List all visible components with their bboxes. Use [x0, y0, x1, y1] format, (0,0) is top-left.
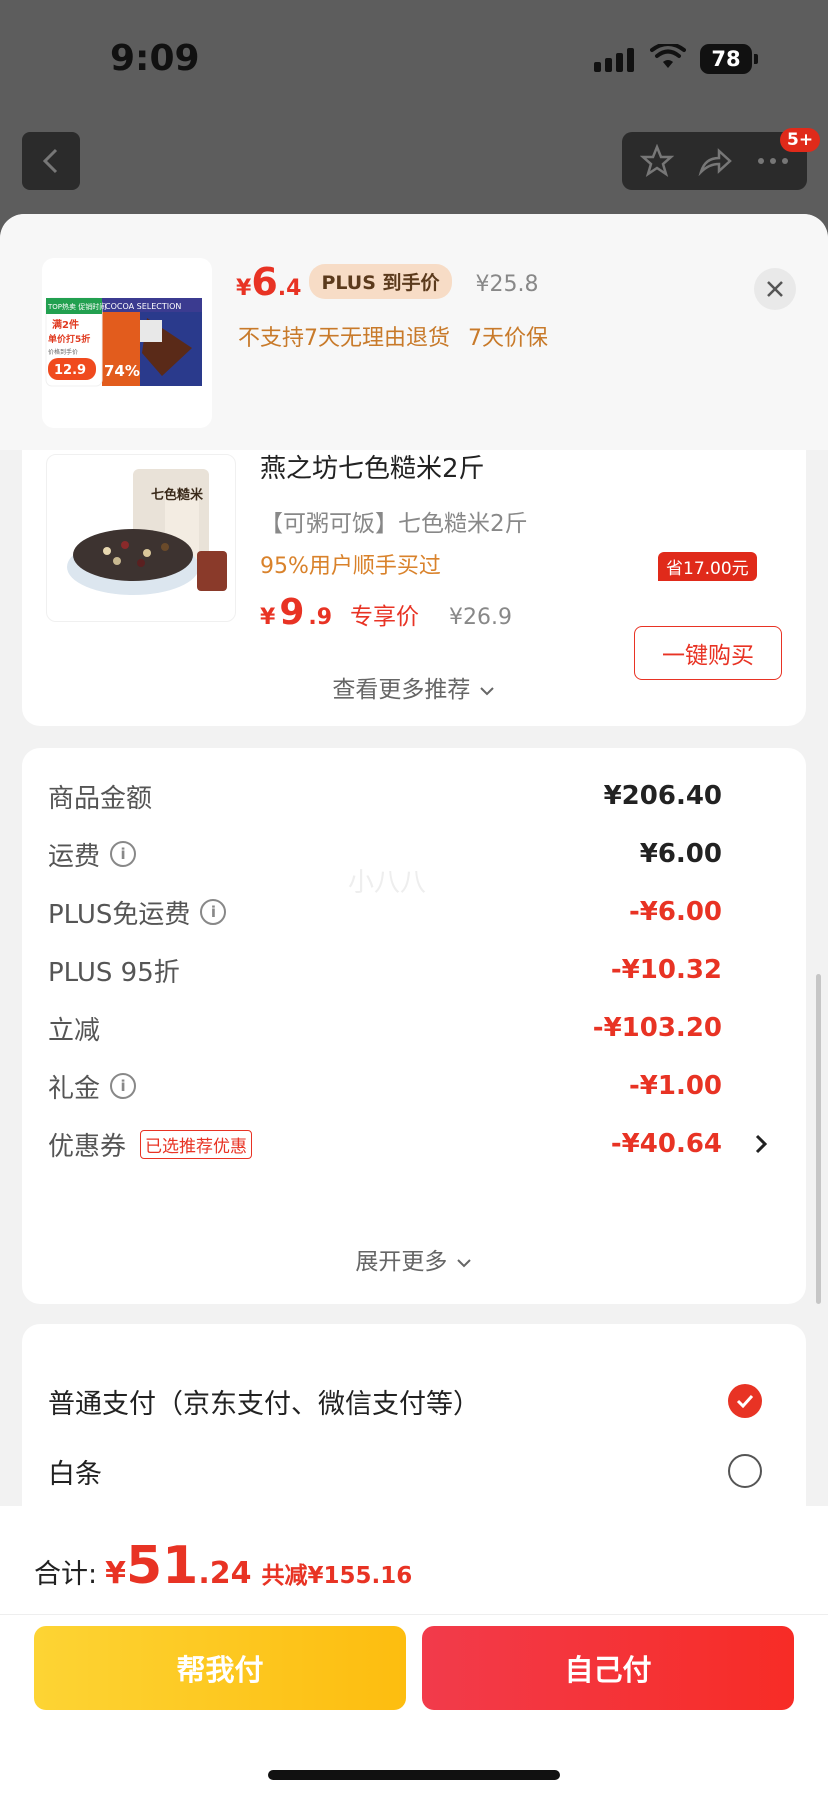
- recommendation-price: ¥9.9 专享价 ¥26.9: [260, 592, 513, 633]
- recommendation-title[interactable]: 燕之坊七色糙米2斤: [260, 448, 485, 485]
- radio-checked-icon[interactable]: [728, 1384, 762, 1418]
- total-savings: 共减¥155.16: [261, 1563, 413, 1589]
- exclusive-price-tag: 专享价: [350, 604, 420, 630]
- status-bar: 9:09 78: [0, 0, 828, 120]
- save-amount-badge: 省17.00元: [658, 552, 757, 581]
- recommendation-original-price: ¥26.9: [449, 605, 513, 630]
- summary-row-gift-money: 礼金 i -¥1.00: [48, 1071, 722, 1104]
- summary-row-plus-discount: PLUS 95折 -¥10.32: [48, 955, 722, 988]
- see-more-recommendations[interactable]: 查看更多推荐: [22, 670, 806, 704]
- svg-text:七色糙米: 七色糙米: [151, 487, 204, 503]
- home-indicator: [268, 1770, 560, 1780]
- summary-row-plus-free-shipping: PLUS免运费 i -¥6.00: [48, 897, 722, 930]
- summary-row-shipping: 运费 i ¥6.00: [48, 839, 722, 872]
- recommendation-image[interactable]: 七色糙米: [46, 454, 236, 622]
- info-icon[interactable]: i: [200, 899, 227, 925]
- share-icon[interactable]: [697, 146, 733, 176]
- close-button[interactable]: [754, 268, 796, 310]
- cellular-signal-icon: [594, 48, 634, 72]
- divider: [0, 1614, 828, 1615]
- chevron-right-icon: [755, 1134, 768, 1154]
- no-return-policy: 不支持7天无理由退货: [238, 326, 450, 351]
- coupon-recommended-tag: 已选推荐优惠: [140, 1129, 253, 1159]
- recommendation-subtitle: 【可粥可饭】七色糙米2斤: [260, 511, 528, 537]
- pay-myself-button[interactable]: 自己付: [422, 1626, 794, 1710]
- radio-unchecked-icon[interactable]: [728, 1454, 762, 1488]
- plus-price-tag: PLUS 到手价: [309, 264, 452, 299]
- svg-text:TOP热卖 促销时间: TOP热卖 促销时间: [47, 302, 106, 311]
- price-protect-policy: 7天价保: [468, 326, 548, 351]
- more-icon[interactable]: [756, 156, 790, 166]
- star-icon[interactable]: [639, 144, 674, 178]
- checkout-bottom-bar: 合计: ¥51.24 共减¥155.16 帮我付 自己付: [0, 1506, 828, 1796]
- help-me-pay-button[interactable]: 帮我付: [34, 1626, 406, 1710]
- summary-row-instant-discount: 立减 -¥103.20: [48, 1013, 722, 1046]
- svg-text:价格到手价: 价格到手价: [48, 348, 78, 356]
- order-total: 合计: ¥51.24 共减¥155.16: [34, 1536, 413, 1596]
- chevron-left-icon: [42, 148, 58, 174]
- product-policy: 不支持7天无理由退货 7天价保: [238, 320, 548, 352]
- expand-more-button[interactable]: 展开更多: [22, 1242, 806, 1276]
- product-price: ¥6.4: [236, 260, 302, 304]
- svg-text:单价打5折: 单价打5折: [48, 333, 90, 345]
- message-count-badge: 5+: [780, 128, 821, 152]
- summary-row-goods-amount: 商品金额 ¥206.40: [48, 781, 722, 814]
- payment-option-standard[interactable]: 普通支付（京东支付、微信支付等）: [48, 1378, 788, 1424]
- status-time: 9:09: [110, 38, 200, 79]
- svg-text:12.9: 12.9: [54, 363, 86, 378]
- back-button[interactable]: [22, 132, 80, 190]
- selected-product-header: COCOA SELECTION 74% TOP热卖 促销时间 满2件 单价打5折…: [0, 214, 828, 450]
- scrollbar[interactable]: [816, 974, 821, 1304]
- svg-text:74%: 74%: [104, 362, 140, 380]
- product-original-price: ¥25.8: [475, 272, 539, 297]
- svg-text:满2件: 满2件: [52, 318, 79, 331]
- close-icon: [767, 281, 783, 297]
- wifi-icon: [650, 44, 686, 68]
- chevron-down-icon: [456, 1259, 471, 1268]
- battery-indicator: 78: [700, 44, 758, 74]
- product-thumbnail: COCOA SELECTION 74% TOP热卖 促销时间 满2件 单价打5折…: [42, 258, 212, 428]
- payment-option-baitiao[interactable]: 白条: [48, 1448, 788, 1494]
- price-summary-card: 小八八 商品金额 ¥206.40 运费 i ¥6.00 PLUS免运费 i -¥6.…: [22, 748, 806, 1304]
- svg-text:COCOA SELECTION: COCOA SELECTION: [105, 302, 181, 311]
- product-price-row: ¥6.4 PLUS 到手价 ¥25.8: [236, 260, 539, 305]
- summary-row-coupon[interactable]: 优惠券 已选推荐优惠 -¥40.64: [48, 1124, 768, 1164]
- info-icon[interactable]: i: [110, 841, 137, 867]
- info-icon[interactable]: i: [110, 1073, 137, 1099]
- recommendation-bought-rate: 95%用户顺手买过: [260, 554, 441, 579]
- chevron-down-icon: [479, 687, 494, 696]
